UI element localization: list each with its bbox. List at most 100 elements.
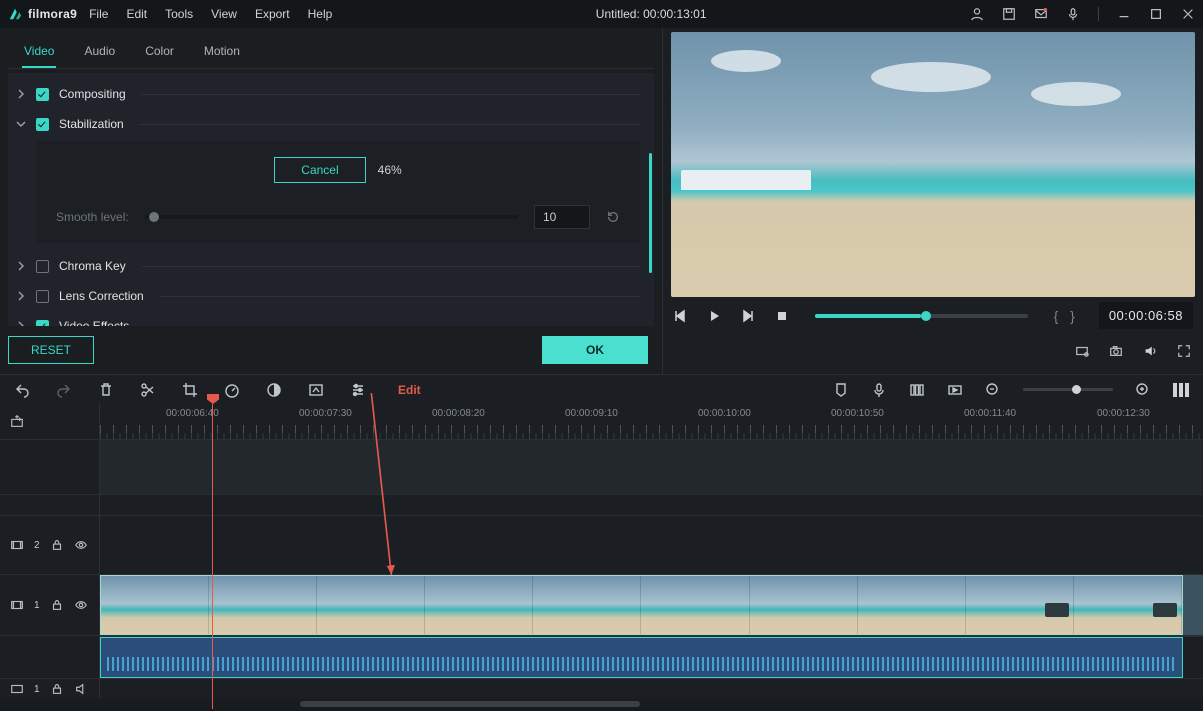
tab-color[interactable]: Color <box>143 38 176 68</box>
document-title: Untitled: 00:00:13:01 <box>332 7 970 21</box>
redo-icon[interactable] <box>56 382 72 398</box>
properties-panel: Video Audio Color Motion Compositing Sta… <box>0 28 663 374</box>
reset-button[interactable]: RESET <box>8 336 94 364</box>
section-label: Chroma Key <box>59 259 126 273</box>
eye-icon[interactable] <box>74 538 88 552</box>
stop-icon[interactable] <box>775 309 789 323</box>
fullscreen-icon[interactable] <box>1177 344 1191 358</box>
menu-help[interactable]: Help <box>308 7 333 21</box>
section-lens-correction[interactable]: Lens Correction <box>16 281 640 311</box>
message-icon[interactable] <box>1034 7 1048 21</box>
undo-icon[interactable] <box>14 382 30 398</box>
edit-annotation: Edit <box>398 383 421 397</box>
speed-icon[interactable] <box>224 382 240 398</box>
play-icon[interactable] <box>707 309 721 323</box>
save-icon[interactable] <box>1002 7 1016 21</box>
menu-edit[interactable]: Edit <box>126 7 147 21</box>
track-lane[interactable] <box>100 516 1203 574</box>
delete-icon[interactable] <box>98 382 114 398</box>
marker-icon[interactable] <box>833 382 849 398</box>
mixer-icon[interactable] <box>909 382 925 398</box>
ruler-stamp: 00:00:12:30 <box>1097 408 1203 419</box>
filmora-icon <box>8 7 22 21</box>
smooth-level-value[interactable]: 10 <box>534 205 590 229</box>
track-lane[interactable] <box>100 636 1203 678</box>
lock-icon[interactable] <box>50 682 64 696</box>
ruler-labels: 00:00:06:40 00:00:07:30 00:00:08:20 00:0… <box>100 408 1203 419</box>
revert-icon[interactable] <box>606 210 620 224</box>
minimize-icon[interactable] <box>1117 7 1131 21</box>
checkbox-stabilization[interactable] <box>36 118 49 131</box>
menu-tools[interactable]: Tools <box>165 7 193 21</box>
app-logo: filmora9 <box>8 7 77 21</box>
video-track-icon <box>10 598 24 612</box>
zoom-in-icon[interactable] <box>1135 382 1151 398</box>
add-track-icon <box>10 415 24 429</box>
time-ruler[interactable]: 00:00:06:40 00:00:07:30 00:00:08:20 00:0… <box>100 404 1203 439</box>
account-icon[interactable] <box>970 7 984 21</box>
track-number: 1 <box>34 684 40 695</box>
lock-icon[interactable] <box>50 598 64 612</box>
ok-button[interactable]: OK <box>542 336 648 364</box>
app-name: filmora9 <box>28 7 77 21</box>
ruler-stamp: 00:00:11:40 <box>964 408 1097 419</box>
section-list: Compositing Stabilization Cancel 46% Smo… <box>8 73 654 326</box>
menu-view[interactable]: View <box>211 7 237 21</box>
close-icon[interactable] <box>1181 7 1195 21</box>
playhead[interactable] <box>212 404 213 709</box>
checkbox-effects[interactable] <box>36 320 49 327</box>
menu-file[interactable]: File <box>89 7 108 21</box>
track-lane[interactable] <box>100 440 1203 494</box>
prev-frame-icon[interactable] <box>673 309 687 323</box>
zoom-slider[interactable] <box>1023 388 1113 391</box>
audio-clip[interactable] <box>100 637 1183 678</box>
track-head-a1 <box>0 636 100 678</box>
eye-icon[interactable] <box>74 598 88 612</box>
zoom-fit-icon[interactable] <box>1173 383 1189 397</box>
tab-motion[interactable]: Motion <box>202 38 242 68</box>
chevron-right-icon <box>16 89 26 99</box>
section-compositing[interactable]: Compositing <box>16 79 640 109</box>
tab-audio[interactable]: Audio <box>82 38 117 68</box>
maximize-icon[interactable] <box>1149 7 1163 21</box>
lock-icon[interactable] <box>50 538 64 552</box>
menu-export[interactable]: Export <box>255 7 290 21</box>
ruler-stamp: 00:00:09:10 <box>565 408 698 419</box>
mark-in-out-icon[interactable]: { } <box>1054 308 1079 324</box>
adjust-icon[interactable] <box>350 382 366 398</box>
checkbox-chroma[interactable] <box>36 260 49 273</box>
chevron-right-icon <box>16 321 26 326</box>
color-icon[interactable] <box>266 382 282 398</box>
track-video-1: 1 gopro video-1 <box>0 575 1203 636</box>
volume-icon[interactable] <box>1143 344 1157 358</box>
add-track-button[interactable] <box>0 404 100 439</box>
track-number: 2 <box>34 540 40 551</box>
checkbox-lens[interactable] <box>36 290 49 303</box>
section-stabilization[interactable]: Stabilization <box>16 109 640 139</box>
smooth-level-slider[interactable] <box>145 215 518 219</box>
cancel-button[interactable]: Cancel <box>274 157 365 183</box>
preview-scrubber[interactable] <box>815 314 1028 318</box>
zoom-out-icon[interactable] <box>985 382 1001 398</box>
track-lane[interactable]: gopro video-1 <box>100 575 1203 635</box>
record-vo-icon[interactable] <box>871 382 887 398</box>
quality-icon[interactable] <box>1075 344 1089 358</box>
split-icon[interactable] <box>140 382 156 398</box>
video-clip[interactable]: gopro video-1 <box>100 575 1183 635</box>
mic-icon[interactable] <box>1066 7 1080 21</box>
ruler-stamp: 00:00:10:00 <box>698 408 831 419</box>
snapshot-icon[interactable] <box>1109 344 1123 358</box>
checkbox-compositing[interactable] <box>36 88 49 101</box>
section-chroma-key[interactable]: Chroma Key <box>16 251 640 281</box>
tab-video[interactable]: Video <box>22 38 56 68</box>
green-screen-icon[interactable] <box>308 382 324 398</box>
toolbar-right <box>833 382 1189 398</box>
crop-icon[interactable] <box>182 382 198 398</box>
next-frame-icon[interactable] <box>741 309 755 323</box>
section-video-effects[interactable]: Video Effects <box>16 311 640 326</box>
render-icon[interactable] <box>947 382 963 398</box>
preview-video[interactable] <box>671 32 1195 297</box>
mute-icon[interactable] <box>74 682 88 696</box>
timeline-scrollbar[interactable] <box>0 699 1203 709</box>
track-extra: 1 <box>0 679 1203 699</box>
